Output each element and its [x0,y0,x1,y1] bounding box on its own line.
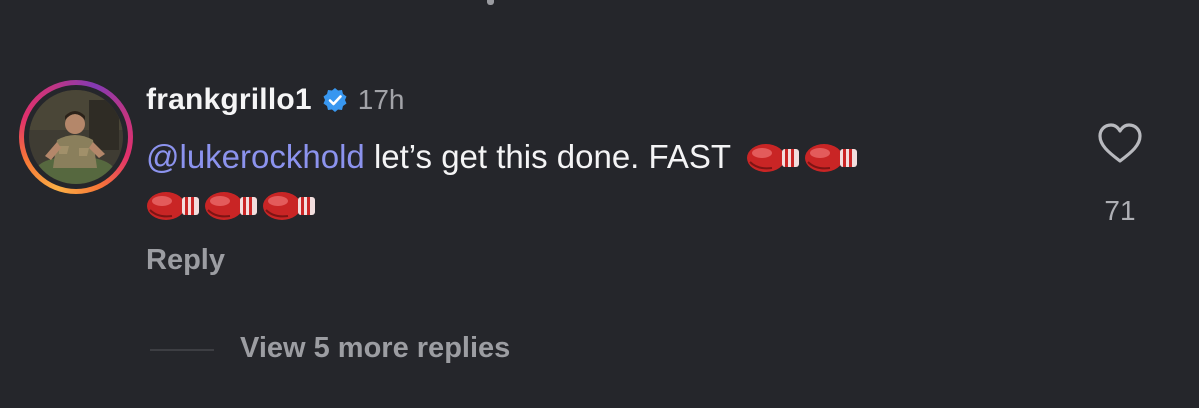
emoji-group-line1 [746,140,859,176]
avatar-story-ring[interactable] [19,80,133,194]
avatar[interactable] [29,90,123,184]
like-count: 71 [1104,195,1136,226]
comment-text: let’s get this done. FAST [364,138,740,175]
boxing-glove-icon [804,144,857,172]
avatar-ring-gap [24,85,128,189]
comment-body: @lukerockhold let’s get this done. FAST [146,134,1026,226]
boxing-glove-icon [746,144,799,172]
view-more-replies-button[interactable]: View 5 more replies [240,332,510,365]
username[interactable]: frankgrillo1 [146,83,312,117]
boxing-glove-icon [147,192,199,220]
heart-outline-icon[interactable] [1096,120,1144,168]
replies-divider [150,349,214,351]
avatar-photo-graphic [29,90,123,184]
boxing-glove-icon [205,192,257,220]
boxing-glove-icon [263,192,315,220]
top-nub [487,0,494,5]
mention-link[interactable]: @lukerockhold [146,138,365,175]
timestamp: 17h [357,84,405,115]
reply-button[interactable]: Reply [146,244,225,277]
comment-header: frankgrillo1 17h [146,80,405,120]
emoji-group-line2 [146,188,317,224]
verified-badge-icon [323,88,347,112]
